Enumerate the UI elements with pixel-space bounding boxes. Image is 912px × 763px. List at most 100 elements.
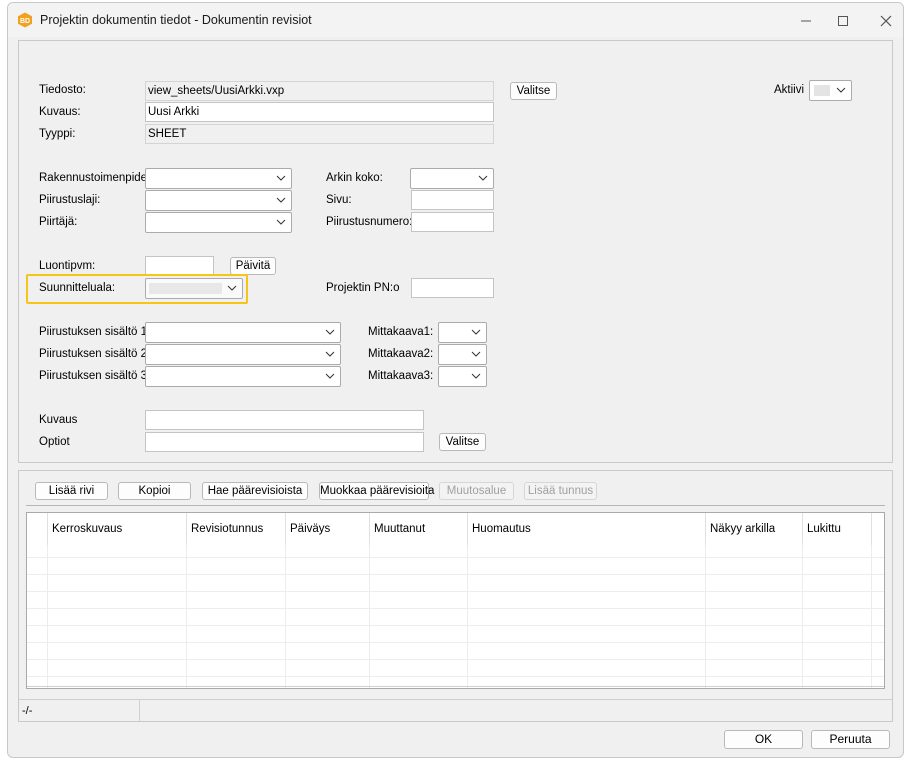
sisalto3-dropdown[interactable] xyxy=(145,366,341,387)
mittakaava2-dropdown[interactable] xyxy=(438,344,487,365)
maximize-button[interactable] xyxy=(823,7,863,35)
projektin-pn-field[interactable] xyxy=(411,278,494,298)
lisaa-tunnus-button[interactable]: Lisää tunnus xyxy=(524,482,597,500)
chevron-down-icon xyxy=(325,329,335,335)
grid-row-line xyxy=(27,659,884,660)
kuvaus2-field[interactable] xyxy=(145,410,424,430)
projektin-pn-label: Projektin PN:o xyxy=(326,282,400,294)
chevron-down-icon xyxy=(227,285,237,291)
tyyppi-field[interactable]: SHEET xyxy=(145,124,494,144)
grid-bottom-line xyxy=(27,686,884,687)
chevron-down-icon xyxy=(325,373,335,379)
svg-text:BD: BD xyxy=(20,18,30,25)
grid-row-line xyxy=(27,608,884,609)
column-header-paivays[interactable]: Päiväys xyxy=(286,513,370,545)
status-divider xyxy=(139,700,140,721)
column-header-huomautus[interactable]: Huomautus xyxy=(468,513,706,545)
row-header-corner xyxy=(27,513,48,545)
maximize-icon xyxy=(838,16,848,26)
piirustusnumero-label: Piirustusnumero: xyxy=(326,216,413,228)
grid-column-line xyxy=(186,545,187,688)
grid-column-line xyxy=(871,545,872,688)
piirtaja-dropdown[interactable] xyxy=(145,212,292,233)
grid-column-line xyxy=(47,545,48,688)
chevron-down-icon xyxy=(478,175,488,181)
column-header-nakyy-arkilla[interactable]: Näkyy arkilla xyxy=(706,513,803,545)
aktiivi-label: Aktiivi xyxy=(774,84,805,96)
status-text: -/- xyxy=(22,705,33,717)
grid-row-line xyxy=(27,574,884,575)
chevron-down-icon xyxy=(471,373,481,379)
aktiivi-dropdown[interactable] xyxy=(809,80,852,101)
minimize-button[interactable] xyxy=(786,7,826,35)
toolbar-divider xyxy=(26,505,885,506)
rakennustoimenpide-label: Rakennustoimenpide: xyxy=(39,172,151,184)
luontipvm-field[interactable] xyxy=(145,256,214,276)
tyyppi-label: Tyyppi: xyxy=(39,128,76,140)
suunnitteluala-label: Suunnitteluala: xyxy=(39,282,116,294)
sisalto3-label: Piirustuksen sisältö 3: xyxy=(39,370,151,382)
hae-paarevisioista-button[interactable]: Hae päärevisioista xyxy=(202,482,308,500)
suunnitteluala-value-placeholder xyxy=(149,283,222,294)
sisalto2-label: Piirustuksen sisältö 2: xyxy=(39,348,151,360)
valitse-optiot-button[interactable]: Valitse xyxy=(439,433,486,451)
chevron-down-icon xyxy=(276,197,286,203)
grid-row-line xyxy=(27,642,884,643)
status-bar: -/- xyxy=(19,699,892,721)
grid-row-line xyxy=(27,591,884,592)
cancel-button[interactable]: Peruuta xyxy=(811,730,890,749)
sivu-field[interactable] xyxy=(411,190,494,210)
kopioi-button[interactable]: Kopioi xyxy=(118,482,191,500)
piirustuslaji-dropdown[interactable] xyxy=(145,190,292,211)
grid-column-line xyxy=(802,545,803,688)
chevron-down-icon xyxy=(471,329,481,335)
chevron-down-icon xyxy=(276,175,286,181)
piirustuslaji-label: Piirustuslaji: xyxy=(39,194,101,206)
arkin-koko-label: Arkin koko: xyxy=(326,172,383,184)
optiot-label: Optiot xyxy=(39,436,70,448)
muutosalue-button[interactable]: Muutosalue xyxy=(439,482,514,500)
grid-column-line xyxy=(369,545,370,688)
column-header-muuttanut[interactable]: Muuttanut xyxy=(370,513,468,545)
grid-column-line xyxy=(285,545,286,688)
column-header-lukittu[interactable]: Lukittu xyxy=(803,513,872,545)
suunnitteluala-dropdown[interactable] xyxy=(145,278,243,299)
close-icon xyxy=(880,15,892,27)
optiot-field[interactable] xyxy=(145,432,424,452)
paivita-button[interactable]: Päivitä xyxy=(230,257,276,275)
piirustusnumero-field[interactable] xyxy=(411,212,494,232)
sivu-label: Sivu: xyxy=(326,194,352,206)
muokkaa-paarevisioita-button[interactable]: Muokkaa päärevisioita xyxy=(319,482,434,500)
grid-row-line xyxy=(27,676,884,677)
mittakaava1-label: Mittakaava1: xyxy=(368,326,434,338)
chevron-down-icon xyxy=(471,351,481,357)
chevron-down-icon xyxy=(836,87,846,93)
mittakaava3-dropdown[interactable] xyxy=(438,366,487,387)
valitse-file-button[interactable]: Valitse xyxy=(510,82,557,100)
luontipvm-label: Luontipvm: xyxy=(39,260,96,272)
tiedosto-label: Tiedosto: xyxy=(39,84,86,96)
grid-row-line xyxy=(27,625,884,626)
sisalto2-dropdown[interactable] xyxy=(145,344,341,365)
tiedosto-field[interactable]: view_sheets/UusiArkki.vxp xyxy=(145,81,494,101)
column-header-revisiotunnus[interactable]: Revisiotunnus xyxy=(187,513,286,545)
lisaa-rivi-button[interactable]: Lisää rivi xyxy=(35,482,108,500)
title-bar: BD Projektin dokumentin tiedot - Dokumen… xyxy=(8,3,903,37)
chevron-down-icon xyxy=(276,219,286,225)
close-button[interactable] xyxy=(866,7,903,35)
arkin-koko-dropdown[interactable] xyxy=(410,168,494,189)
mittakaava1-dropdown[interactable] xyxy=(438,322,487,343)
chevron-down-icon xyxy=(325,351,335,357)
kuvaus-field[interactable]: Uusi Arkki xyxy=(145,102,494,122)
revisions-table[interactable]: Kerroskuvaus Revisiotunnus Päiväys Muutt… xyxy=(26,512,885,689)
window-title: Projektin dokumentin tiedot - Dokumentin… xyxy=(40,13,312,27)
column-header-kerroskuvaus[interactable]: Kerroskuvaus xyxy=(48,513,187,545)
rakennustoimenpide-dropdown[interactable] xyxy=(145,168,292,189)
grid-column-line xyxy=(467,545,468,688)
minimize-icon xyxy=(801,20,811,22)
kuvaus2-label: Kuvaus xyxy=(39,414,78,426)
mittakaava3-label: Mittakaava3: xyxy=(368,370,434,382)
app-icon: BD xyxy=(17,12,33,28)
sisalto1-dropdown[interactable] xyxy=(145,322,341,343)
ok-button[interactable]: OK xyxy=(724,730,803,749)
